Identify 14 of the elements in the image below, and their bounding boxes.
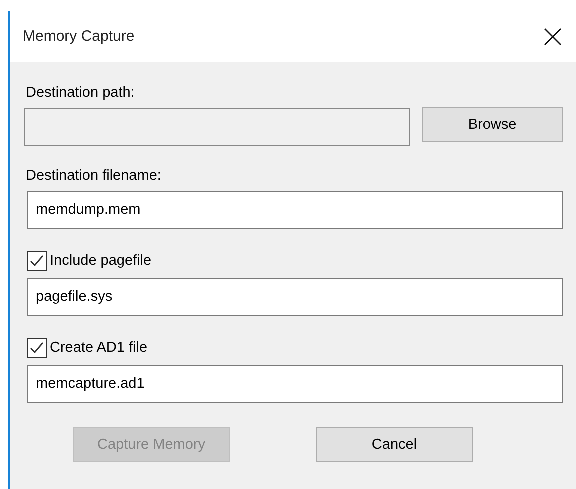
field-label: Destination filename: bbox=[26, 168, 162, 184]
checkbox[interactable] bbox=[27, 251, 47, 271]
checkbox-label: Include pagefile bbox=[50, 253, 152, 269]
field-label: Destination path: bbox=[26, 85, 136, 101]
cancel-button[interactable]: Cancel bbox=[316, 427, 473, 462]
window-title: Memory Capture bbox=[23, 28, 135, 45]
filename-field[interactable]: memdump.mem bbox=[27, 191, 563, 229]
checkmark-icon bbox=[29, 340, 45, 356]
close-icon bbox=[544, 28, 562, 46]
filename-field[interactable]: memcapture.ad1 bbox=[27, 365, 563, 403]
filename-field[interactable]: pagefile.sys bbox=[27, 278, 563, 316]
checkbox[interactable] bbox=[27, 338, 47, 358]
checkmark-icon bbox=[29, 253, 45, 269]
checkbox-label: Create AD1 file bbox=[50, 340, 148, 356]
